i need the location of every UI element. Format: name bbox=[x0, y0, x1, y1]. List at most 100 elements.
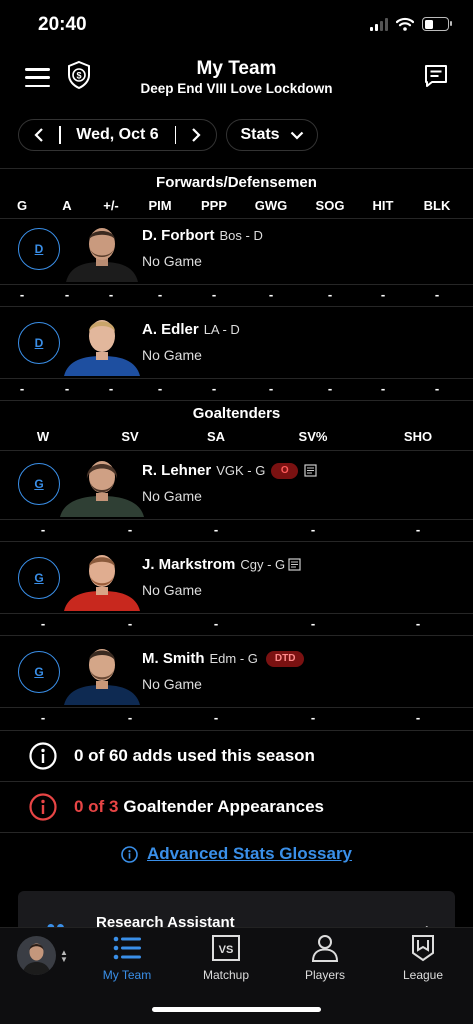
stat-value: - bbox=[19, 381, 25, 396]
divider bbox=[0, 378, 473, 379]
player-row-edler[interactable]: D A. Edler LA - D No Game bbox=[0, 312, 473, 378]
date-stats-controls: Wed, Oct 6 Stats bbox=[18, 119, 455, 151]
player-name-line: A. Edler LA - D bbox=[142, 321, 240, 338]
column-header[interactable]: SV% bbox=[299, 429, 328, 444]
column-header[interactable]: SV bbox=[121, 429, 138, 444]
vs-icon: VS bbox=[212, 935, 240, 961]
player-name[interactable]: M. Smith bbox=[142, 650, 205, 667]
position-button[interactable]: D bbox=[18, 228, 60, 270]
chevron-right-icon bbox=[192, 128, 201, 142]
stat-value: - bbox=[211, 287, 217, 302]
column-header[interactable]: SA bbox=[207, 429, 225, 444]
player-row-lehner[interactable]: G R. Lehner VGK - G O No Game bbox=[0, 453, 473, 519]
divider bbox=[0, 400, 473, 401]
team-switch-caret-icon[interactable]: ▲ ▼ bbox=[60, 949, 68, 964]
team-avatar[interactable] bbox=[17, 936, 56, 975]
player-row-smith[interactable]: G M. Smith Edm - G DTD No Game bbox=[0, 641, 473, 707]
tab-my-team[interactable]: My Team bbox=[82, 934, 172, 982]
column-header[interactable]: PIM bbox=[148, 198, 171, 213]
column-header[interactable]: G bbox=[17, 198, 27, 213]
status-badge: O bbox=[271, 462, 299, 479]
column-header[interactable]: BLK bbox=[424, 198, 451, 213]
status-bar: 20:40 bbox=[0, 0, 473, 52]
next-day-button[interactable] bbox=[176, 120, 216, 150]
player-headshot bbox=[60, 218, 144, 282]
player-row-markstrom[interactable]: G J. Markstrom Cgy - G No Game bbox=[0, 547, 473, 613]
player-row-forbort[interactable]: D D. Forbort Bos - D No Game bbox=[0, 218, 473, 284]
divider bbox=[0, 519, 473, 520]
stat-value: - bbox=[268, 287, 274, 302]
chevron-left-icon bbox=[34, 128, 43, 142]
stat-value: - bbox=[40, 522, 46, 537]
tab-players[interactable]: Players bbox=[280, 934, 370, 982]
column-header[interactable]: HIT bbox=[373, 198, 394, 213]
stat-value: - bbox=[211, 381, 217, 396]
column-header[interactable]: GWG bbox=[255, 198, 288, 213]
tab-label: My Team bbox=[102, 968, 152, 982]
column-header[interactable]: SHO bbox=[404, 429, 432, 444]
game-status: No Game bbox=[142, 488, 202, 504]
header-title-block: My Team Deep End VIII Love Lockdown bbox=[0, 58, 473, 96]
injury-badge: DTD bbox=[265, 650, 305, 667]
player-name[interactable]: A. Edler bbox=[142, 321, 199, 338]
stats-dropdown[interactable]: Stats bbox=[226, 119, 318, 151]
position-button[interactable]: D bbox=[18, 322, 60, 364]
tab-matchup[interactable]: VS Matchup bbox=[181, 934, 271, 982]
stat-values-row: - - - - - bbox=[0, 522, 473, 540]
stat-value: - bbox=[64, 287, 70, 302]
divider bbox=[0, 306, 473, 307]
game-status: No Game bbox=[142, 347, 202, 363]
tab-label: League bbox=[402, 968, 444, 982]
battery-icon bbox=[422, 17, 452, 31]
column-header[interactable]: W bbox=[37, 429, 49, 444]
column-header[interactable]: +/- bbox=[103, 198, 119, 213]
position-button[interactable]: G bbox=[18, 557, 60, 599]
section-title-goalies: Goaltenders bbox=[192, 405, 281, 422]
previous-day-button[interactable] bbox=[19, 120, 59, 150]
stat-value: - bbox=[213, 522, 219, 537]
glossary-row: Advanced Stats Glossary bbox=[0, 844, 473, 864]
stat-value: - bbox=[40, 710, 46, 725]
column-header[interactable]: A bbox=[62, 198, 71, 213]
skater-column-headers: G A +/- PIM PPP GWG SOG HIT BLK bbox=[0, 198, 473, 220]
position-button[interactable]: G bbox=[18, 651, 60, 693]
goalie-appearances-row: 0 of 3 Goaltender Appearances bbox=[0, 782, 473, 832]
divider bbox=[0, 613, 473, 614]
stat-value: - bbox=[127, 522, 133, 537]
note-icon[interactable] bbox=[288, 558, 301, 571]
app-header: $ My Team Deep End VIII Love Lockdown bbox=[0, 52, 473, 108]
info-icon bbox=[29, 742, 57, 770]
tab-league[interactable]: League bbox=[378, 934, 468, 982]
current-date[interactable]: Wed, Oct 6 bbox=[61, 126, 175, 144]
stat-value: - bbox=[327, 381, 333, 396]
tab-label: Matchup bbox=[202, 968, 250, 982]
divider bbox=[0, 832, 473, 833]
game-status: No Game bbox=[142, 253, 202, 269]
chevron-down-icon bbox=[290, 131, 303, 140]
svg-text:VS: VS bbox=[219, 944, 234, 956]
divider bbox=[0, 541, 473, 542]
list-icon bbox=[113, 936, 141, 960]
stat-values-row: - - - - - bbox=[0, 710, 473, 728]
stat-value: - bbox=[127, 710, 133, 725]
divider bbox=[0, 707, 473, 708]
note-icon[interactable] bbox=[304, 464, 317, 477]
player-name[interactable]: D. Forbort bbox=[142, 227, 215, 244]
game-status: No Game bbox=[142, 676, 202, 692]
status-time: 20:40 bbox=[38, 14, 87, 35]
column-header[interactable]: PPP bbox=[201, 198, 227, 213]
person-icon bbox=[311, 935, 339, 962]
advanced-stats-glossary-link[interactable]: Advanced Stats Glossary bbox=[147, 844, 352, 864]
player-name-line: M. Smith Edm - G DTD bbox=[142, 650, 305, 667]
page-title: My Team bbox=[196, 58, 277, 79]
column-header[interactable]: SOG bbox=[316, 198, 345, 213]
stat-value: - bbox=[327, 287, 333, 302]
adds-info-row: 0 of 60 adds used this season bbox=[0, 731, 473, 781]
player-name[interactable]: R. Lehner bbox=[142, 462, 211, 479]
stat-values-row: - - - - - - - - - bbox=[0, 287, 473, 305]
stat-values-row: - - - - - bbox=[0, 616, 473, 634]
player-name[interactable]: J. Markstrom bbox=[142, 556, 235, 573]
stat-value: - bbox=[434, 287, 440, 302]
position-button[interactable]: G bbox=[18, 463, 60, 505]
chat-icon[interactable] bbox=[423, 63, 449, 89]
